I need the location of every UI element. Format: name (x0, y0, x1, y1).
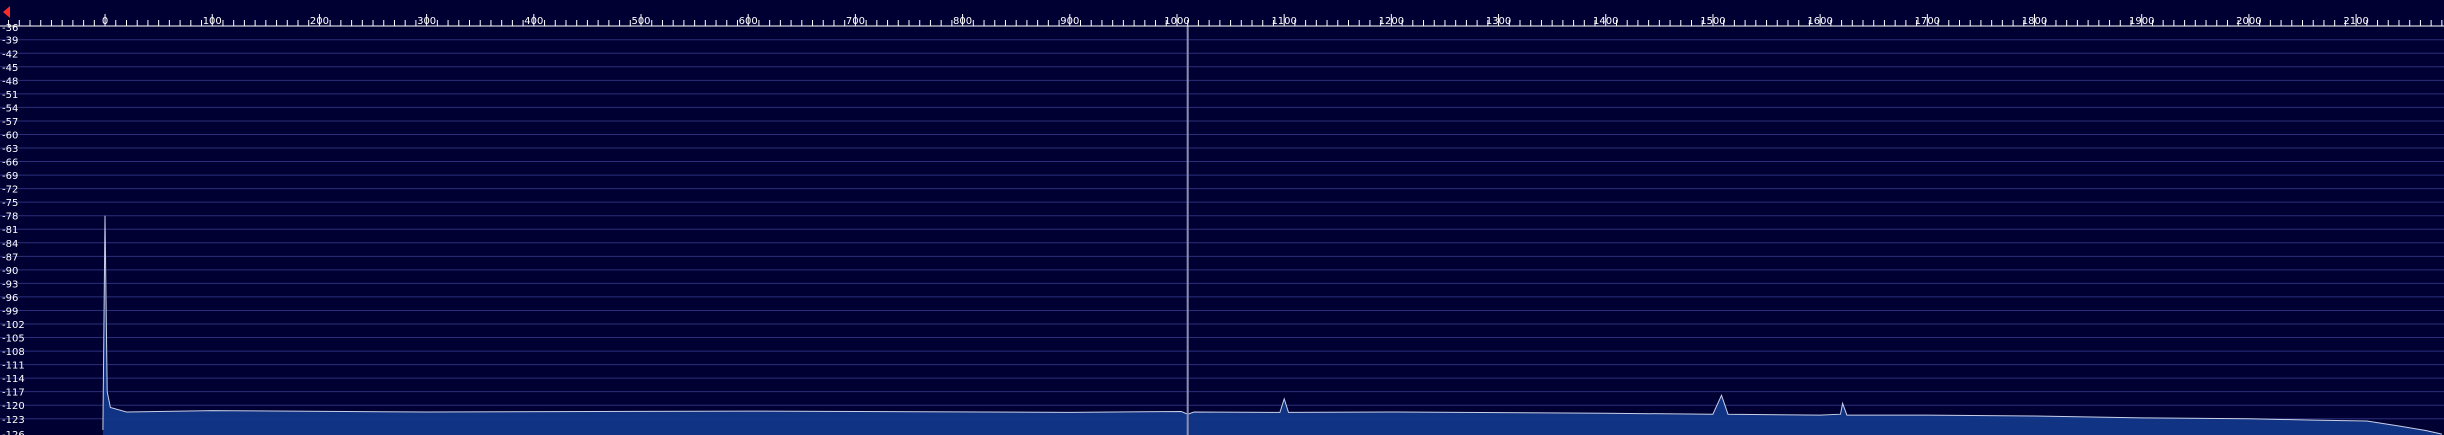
x-tick-label-13: 1300 (1486, 16, 1511, 27)
y-tick-label-14: -81 (2, 225, 18, 236)
y-tick-label-12: -75 (2, 198, 18, 209)
x-tick-label-7: 700 (846, 16, 865, 27)
y-tick-label-4: -51 (2, 90, 18, 101)
x-tick-label-15: 1500 (1700, 16, 1725, 27)
y-tick-label-15: -84 (2, 239, 18, 250)
y-tick-label-23: -108 (2, 347, 25, 358)
y-tick-label-9: -66 (2, 158, 18, 169)
x-tick-label-12: 1200 (1379, 16, 1404, 27)
y-tick-label-25: -114 (2, 374, 25, 385)
x-tick-label-17: 1700 (1915, 16, 1940, 27)
y-tick-label-5: -54 (2, 103, 18, 114)
y-tick-label-6: -57 (2, 117, 18, 128)
x-tick-label-6: 600 (739, 16, 758, 27)
y-tick-label-27: -120 (2, 401, 25, 412)
x-tick-label-5: 500 (631, 16, 650, 27)
y-tick-label-16: -87 (2, 252, 18, 263)
y-tick-label-0: -39 (2, 36, 18, 47)
spectrum-scope[interactable]: 0 100 200 300 400 500 600 700 800 900 1000 1100 1200… (0, 0, 2444, 435)
x-tick-label-14: 1400 (1593, 16, 1618, 27)
x-tick-label-16: 1600 (1807, 16, 1832, 27)
plot-background (0, 0, 2444, 435)
y-tick-label-26: -117 (2, 388, 25, 399)
y-tick-label-18: -93 (2, 279, 18, 290)
x-tick-label-11: 1100 (1271, 16, 1296, 27)
y-tick-label-17: -90 (2, 266, 18, 277)
x-tick-label-0: 0 (102, 16, 108, 27)
y-tick-label-20: -99 (2, 306, 18, 317)
y-tick-label-13: -78 (2, 212, 18, 223)
y-tick-label-10: -69 (2, 171, 18, 182)
x-tick-label-19: 1900 (2129, 16, 2154, 27)
y-tick-label-3: -48 (2, 76, 18, 87)
y-tick-label-24: -111 (2, 361, 25, 372)
y-tick-label-11: -72 (2, 185, 18, 196)
x-tick-label-8: 800 (953, 16, 972, 27)
x-tick-label-4: 400 (524, 16, 543, 27)
x-tick-label-9: 900 (1060, 16, 1079, 27)
x-tick-label-21: 2100 (2343, 16, 2368, 27)
y-tick-label-7: -60 (2, 130, 18, 141)
y-tick-label-22: -105 (2, 334, 25, 345)
x-tick-label-18: 1800 (2022, 16, 2047, 27)
x-tick-label-10: 1000 (1164, 16, 1189, 27)
y-tick-label-19: -96 (2, 293, 18, 304)
x-tick-label-3: 300 (417, 16, 436, 27)
x-tick-label-1: 100 (203, 16, 222, 27)
y-tick-label-1: -42 (2, 49, 18, 60)
y-tick-label-21: -102 (2, 320, 25, 331)
y-tick-label-bottom: -126 (2, 430, 25, 435)
y-tick-label-8: -63 (2, 144, 18, 155)
x-tick-label-2: 200 (310, 16, 329, 27)
y-tick-label-top: -36 (2, 23, 18, 34)
y-tick-label-28: -123 (2, 415, 25, 426)
x-tick-label-20: 2000 (2236, 16, 2261, 27)
y-tick-label-2: -45 (2, 63, 18, 74)
